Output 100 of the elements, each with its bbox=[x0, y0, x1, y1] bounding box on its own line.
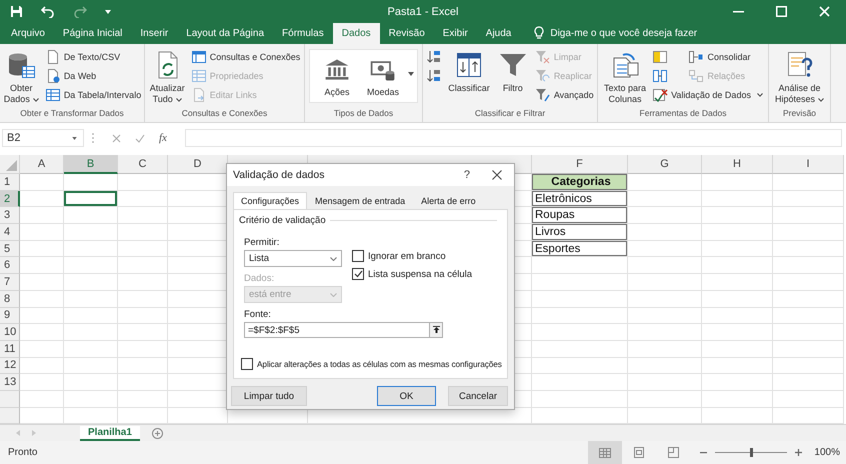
row-header[interactable]: 5 bbox=[0, 240, 20, 258]
row-header[interactable]: 3 bbox=[0, 207, 20, 224]
row-header[interactable]: 2 bbox=[0, 190, 20, 208]
name-box[interactable]: B2 bbox=[2, 129, 84, 147]
table-cell bbox=[773, 324, 844, 341]
ribbon-button[interactable]: Análise de Hipóteses bbox=[772, 47, 826, 107]
ribbon-tab[interactable]: Exibir bbox=[434, 23, 477, 44]
ribbon-button[interactable]: Filtro bbox=[494, 47, 531, 96]
check-icon[interactable] bbox=[135, 134, 145, 142]
column-header[interactable]: C bbox=[118, 155, 168, 174]
ribbon-button[interactable]: Da Web bbox=[44, 66, 142, 85]
ribbon-button[interactable]: Obter Dados bbox=[2, 47, 41, 107]
ribbon-tab[interactable]: Dados bbox=[332, 23, 380, 44]
ribbon-button[interactable]: De Texto/CSV bbox=[44, 47, 142, 66]
ribbon-tab[interactable]: Ajuda bbox=[476, 23, 520, 44]
column-header[interactable]: F bbox=[532, 155, 628, 174]
checkbox-label[interactable]: Ignorar em branco bbox=[368, 250, 446, 262]
formula-input[interactable] bbox=[184, 129, 842, 147]
data-validation-icon bbox=[652, 86, 668, 102]
dialog-tab[interactable]: Mensagem de entrada bbox=[307, 192, 414, 209]
ribbon-button[interactable]: Classificar bbox=[446, 47, 492, 96]
table-cell: Esportes bbox=[532, 240, 628, 258]
undo-icon[interactable] bbox=[41, 6, 55, 18]
dialog-button[interactable]: Cancelar bbox=[448, 386, 508, 406]
zoom-out-icon[interactable] bbox=[700, 452, 708, 454]
advanced-filter-icon bbox=[534, 86, 551, 102]
column-header[interactable]: H bbox=[702, 155, 773, 174]
flash-fill-icon bbox=[652, 48, 668, 64]
group-label: Tipos de Dados bbox=[332, 108, 394, 120]
zoom-level[interactable]: 100% bbox=[814, 447, 840, 458]
ribbon-tab[interactable]: Revisão bbox=[380, 23, 434, 44]
ribbon-tab[interactable]: Arquivo bbox=[2, 23, 54, 44]
ribbon-button[interactable]: Atualizar Tudo bbox=[148, 47, 187, 107]
dialog-title: Validação de dados bbox=[233, 169, 324, 181]
ribbon-tab[interactable]: Fórmulas bbox=[273, 23, 333, 44]
table-icon bbox=[190, 68, 207, 84]
table-cell bbox=[773, 290, 844, 308]
field-label: Permitir: bbox=[244, 237, 280, 248]
row-header[interactable]: 9 bbox=[0, 308, 20, 324]
dialog-button[interactable]: Limpar tudo bbox=[231, 386, 307, 406]
ribbon-button[interactable]: Consultas e Conexões bbox=[190, 47, 302, 66]
add-sheet-icon[interactable] bbox=[152, 428, 163, 439]
corner-cell[interactable] bbox=[0, 155, 20, 174]
column-header[interactable]: D bbox=[168, 155, 228, 174]
page-break-icon bbox=[668, 447, 679, 458]
ribbon-button[interactable]: Validação de Dados bbox=[651, 85, 764, 104]
minimize-icon[interactable] bbox=[733, 10, 744, 12]
checkbox-label[interactable]: Aplicar alterações a todas as células com as mesmas configurações bbox=[257, 359, 502, 369]
table-cell bbox=[773, 358, 844, 374]
checkbox-label[interactable]: Lista suspensa na célula bbox=[368, 268, 472, 280]
ribbon-tab[interactable]: Layout da Página bbox=[177, 23, 274, 44]
maximize-icon[interactable] bbox=[776, 6, 787, 17]
dialog-button[interactable]: OK bbox=[377, 386, 436, 406]
search-field[interactable]: Diga-me o que você deseja fazer bbox=[550, 28, 750, 39]
row-header[interactable]: 1 bbox=[0, 174, 20, 191]
column-header[interactable]: G bbox=[628, 155, 702, 174]
active-cell[interactable] bbox=[64, 190, 118, 208]
group-label: Previsão bbox=[782, 108, 818, 120]
ribbon-button[interactable]: Consolidar bbox=[687, 47, 764, 66]
insert-function-button[interactable]: fx bbox=[159, 132, 167, 144]
row-header[interactable]: 13 bbox=[0, 374, 20, 391]
checkbox[interactable] bbox=[352, 250, 364, 262]
customize-caret-icon[interactable] bbox=[105, 8, 111, 14]
save-icon[interactable] bbox=[10, 5, 23, 18]
zoom-in-icon[interactable] bbox=[795, 449, 802, 456]
table-cell bbox=[118, 190, 168, 208]
row-header[interactable]: 7 bbox=[0, 274, 20, 291]
row-header[interactable]: 11 bbox=[0, 340, 20, 358]
group-label: Consultas e Conexões bbox=[180, 108, 268, 120]
checkbox[interactable] bbox=[241, 358, 253, 370]
row-header[interactable]: 12 bbox=[0, 358, 20, 374]
checkbox[interactable] bbox=[352, 268, 364, 280]
sheet-tab[interactable]: Planilha1 bbox=[80, 426, 140, 441]
ribbon-button[interactable]: Da Tabela/Intervalo bbox=[44, 85, 142, 104]
gallery-item[interactable]: Ações bbox=[314, 50, 360, 97]
close-icon[interactable] bbox=[492, 170, 502, 180]
drag-handle-icon[interactable] bbox=[92, 133, 94, 143]
range-select-button[interactable] bbox=[430, 322, 443, 338]
row-header[interactable]: 6 bbox=[0, 257, 20, 274]
column-header[interactable]: B bbox=[64, 155, 118, 174]
column-header[interactable]: A bbox=[20, 155, 64, 174]
row-header[interactable]: 8 bbox=[0, 290, 20, 308]
ribbon-button[interactable]: Avançado bbox=[534, 85, 595, 104]
caret-icon[interactable] bbox=[408, 72, 414, 76]
ribbon-button[interactable]: Texto para Colunas bbox=[602, 47, 648, 107]
allow-dropdown[interactable]: Lista bbox=[244, 250, 342, 267]
ribbon-tab[interactable]: Página Inicial bbox=[54, 23, 132, 44]
column-header[interactable]: I bbox=[773, 155, 844, 174]
source-field[interactable]: =$F$2:$F$5 bbox=[244, 322, 430, 338]
ribbon-tab[interactable]: Inserir bbox=[131, 23, 178, 44]
page-layout-icon bbox=[634, 447, 644, 458]
row-header[interactable]: 10 bbox=[0, 324, 20, 341]
slider-thumb[interactable] bbox=[750, 448, 754, 458]
row-header[interactable]: 4 bbox=[0, 224, 20, 241]
caret-icon bbox=[72, 136, 77, 140]
gallery-item[interactable]: Moedas bbox=[360, 50, 406, 97]
table-cell bbox=[20, 274, 64, 291]
help-button[interactable]: ? bbox=[464, 169, 470, 181]
dialog-tab[interactable]: Configurações bbox=[233, 192, 308, 210]
dialog-tab[interactable]: Alerta de erro bbox=[413, 192, 484, 209]
